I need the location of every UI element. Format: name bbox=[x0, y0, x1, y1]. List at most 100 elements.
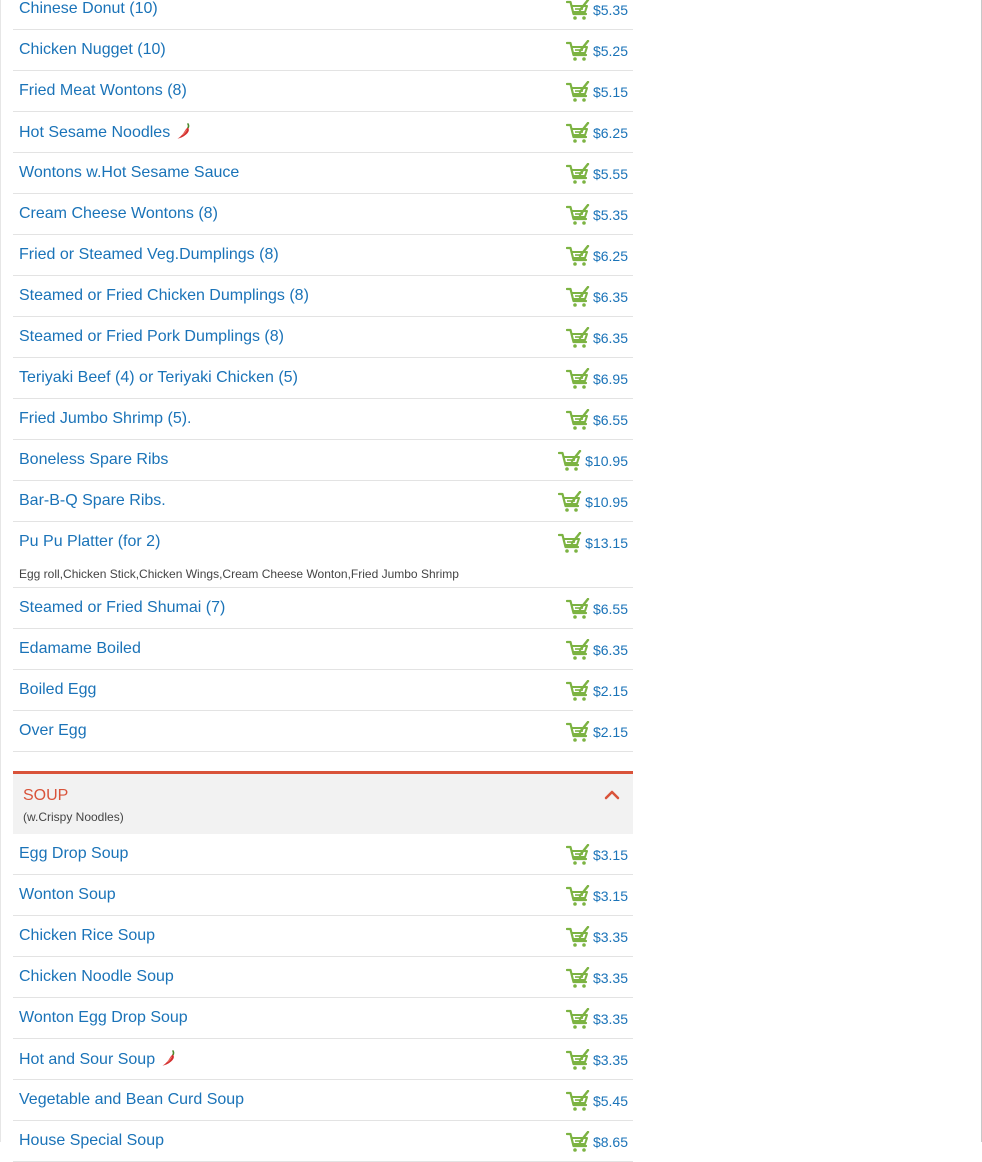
add-to-cart[interactable]: $6.55 bbox=[565, 409, 628, 431]
menu-item[interactable]: Teriyaki Beef (4) or Teriyaki Chicken (5… bbox=[13, 358, 633, 399]
menu-item[interactable]: Boiled Egg $2.15 bbox=[13, 670, 633, 711]
menu-item-name[interactable]: Vegetable and Bean Curd Soup bbox=[19, 1090, 244, 1110]
menu-item-name-text[interactable]: Steamed or Fried Shumai (7) bbox=[19, 599, 225, 616]
menu-item[interactable]: Wonton Egg Drop Soup $3.35 bbox=[13, 998, 633, 1039]
shopping-cart-icon[interactable] bbox=[565, 368, 590, 390]
add-to-cart[interactable]: $5.45 bbox=[565, 1090, 628, 1112]
add-to-cart[interactable]: $6.55 bbox=[565, 598, 628, 620]
shopping-cart-icon[interactable] bbox=[565, 721, 590, 743]
add-to-cart[interactable]: $10.95 bbox=[558, 491, 628, 513]
soup-section-header[interactable]: SOUP (w.Crispy Noodles) bbox=[13, 771, 633, 834]
menu-item[interactable]: Fried or Steamed Veg.Dumplings (8) $6.25 bbox=[13, 235, 633, 276]
menu-item[interactable]: Hot Sesame Noodles $6.25 bbox=[13, 112, 633, 153]
menu-item-name-text[interactable]: Fried or Steamed Veg.Dumplings (8) bbox=[19, 246, 279, 263]
menu-item-name[interactable]: Hot and Sour Soup bbox=[19, 1049, 177, 1070]
shopping-cart-icon[interactable] bbox=[565, 926, 590, 948]
menu-item-price[interactable]: $3.35 bbox=[593, 1052, 628, 1068]
menu-item-name[interactable]: House Special Soup bbox=[19, 1131, 164, 1151]
menu-item-price[interactable]: $6.55 bbox=[593, 601, 628, 617]
shopping-cart-icon[interactable] bbox=[565, 1090, 590, 1112]
menu-item-name-text[interactable]: Fried Meat Wontons (8) bbox=[19, 82, 187, 99]
menu-item-name[interactable]: Boiled Egg bbox=[19, 680, 96, 700]
menu-item-price[interactable]: $5.35 bbox=[593, 2, 628, 18]
menu-item-name[interactable]: Hot Sesame Noodles bbox=[19, 122, 192, 143]
menu-item-name[interactable]: Fried Meat Wontons (8) bbox=[19, 81, 187, 101]
menu-item-price[interactable]: $3.15 bbox=[593, 888, 628, 904]
menu-item[interactable]: Wonton Soup $3.15 bbox=[13, 875, 633, 916]
menu-item-name[interactable]: Chicken Nugget (10) bbox=[19, 40, 166, 60]
add-to-cart[interactable]: $6.35 bbox=[565, 286, 628, 308]
menu-item-name[interactable]: Chicken Rice Soup bbox=[19, 926, 155, 946]
add-to-cart[interactable]: $2.15 bbox=[565, 680, 628, 702]
shopping-cart-icon[interactable] bbox=[565, 245, 590, 267]
menu-item-price[interactable]: $13.15 bbox=[585, 535, 628, 551]
menu-item-name-text[interactable]: House Special Soup bbox=[19, 1132, 164, 1149]
menu-item-name[interactable]: Steamed or Fried Chicken Dumplings (8) bbox=[19, 286, 309, 306]
shopping-cart-icon[interactable] bbox=[565, 409, 590, 431]
shopping-cart-icon[interactable] bbox=[558, 491, 582, 513]
menu-item-name-text[interactable]: Wontons w.Hot Sesame Sauce bbox=[19, 164, 239, 181]
add-to-cart[interactable]: $6.35 bbox=[565, 639, 628, 661]
menu-item-price[interactable]: $5.15 bbox=[593, 84, 628, 100]
menu-item-price[interactable]: $6.25 bbox=[593, 125, 628, 141]
menu-item-name-text[interactable]: Chinese Donut (10) bbox=[19, 0, 158, 17]
shopping-cart-icon[interactable] bbox=[565, 1131, 590, 1153]
menu-item-name[interactable]: Fried Jumbo Shrimp (5). bbox=[19, 409, 192, 429]
add-to-cart[interactable]: $3.35 bbox=[565, 926, 628, 948]
add-to-cart[interactable]: $6.25 bbox=[565, 245, 628, 267]
menu-item-name-text[interactable]: Boiled Egg bbox=[19, 681, 96, 698]
menu-item-name-text[interactable]: Cream Cheese Wontons (8) bbox=[19, 205, 218, 222]
menu-item-price[interactable]: $6.35 bbox=[593, 330, 628, 346]
menu-item-name-text[interactable]: Chicken Nugget (10) bbox=[19, 41, 166, 58]
add-to-cart[interactable]: $10.95 bbox=[558, 450, 628, 472]
menu-item-name-text[interactable]: Hot Sesame Noodles bbox=[19, 124, 170, 141]
menu-item[interactable]: Chicken Nugget (10) $5.25 bbox=[13, 30, 633, 71]
add-to-cart[interactable]: $5.35 bbox=[565, 204, 628, 226]
menu-item-name-text[interactable]: Egg Drop Soup bbox=[19, 845, 128, 862]
menu-item-name[interactable]: Chinese Donut (10) bbox=[19, 0, 158, 19]
menu-item[interactable]: Wontons w.Hot Sesame Sauce $5.55 bbox=[13, 153, 633, 194]
add-to-cart[interactable]: $13.15 bbox=[558, 532, 628, 554]
menu-item[interactable]: Pu Pu Platter (for 2) Egg roll,Chicken S… bbox=[13, 522, 633, 588]
menu-item[interactable]: Bar-B-Q Spare Ribs. $10.95 bbox=[13, 481, 633, 522]
menu-item[interactable]: Steamed or Fried Chicken Dumplings (8) $… bbox=[13, 276, 633, 317]
menu-item-price[interactable]: $5.25 bbox=[593, 43, 628, 59]
menu-item-price[interactable]: $10.95 bbox=[585, 494, 628, 510]
menu-item-name[interactable]: Teriyaki Beef (4) or Teriyaki Chicken (5… bbox=[19, 368, 298, 388]
menu-item-name[interactable]: Pu Pu Platter (for 2) bbox=[19, 532, 160, 552]
menu-item-name[interactable]: Fried or Steamed Veg.Dumplings (8) bbox=[19, 245, 279, 265]
menu-item-price[interactable]: $3.35 bbox=[593, 929, 628, 945]
add-to-cart[interactable]: $3.15 bbox=[565, 844, 628, 866]
menu-item-price[interactable]: $10.95 bbox=[585, 453, 628, 469]
menu-item-name-text[interactable]: Chicken Rice Soup bbox=[19, 927, 155, 944]
menu-item-name-text[interactable]: Hot and Sour Soup bbox=[19, 1051, 155, 1068]
menu-item-name-text[interactable]: Fried Jumbo Shrimp (5). bbox=[19, 410, 192, 427]
menu-item[interactable]: Hot and Sour Soup $3.35 bbox=[13, 1039, 633, 1080]
menu-item-name-text[interactable]: Wonton Egg Drop Soup bbox=[19, 1009, 188, 1026]
menu-item[interactable]: Fried Meat Wontons (8) $5.15 bbox=[13, 71, 633, 112]
menu-item-name[interactable]: Egg Drop Soup bbox=[19, 844, 128, 864]
menu-item[interactable]: Chinese Donut (10) $5.35 bbox=[13, 0, 633, 30]
menu-item-name-text[interactable]: Steamed or Fried Chicken Dumplings (8) bbox=[19, 287, 309, 304]
menu-item-name[interactable]: Chicken Noodle Soup bbox=[19, 967, 174, 987]
menu-item-name-text[interactable]: Steamed or Fried Pork Dumplings (8) bbox=[19, 328, 284, 345]
menu-item-price[interactable]: $3.15 bbox=[593, 847, 628, 863]
add-to-cart[interactable]: $6.35 bbox=[565, 327, 628, 349]
add-to-cart[interactable]: $6.95 bbox=[565, 368, 628, 390]
shopping-cart-icon[interactable] bbox=[565, 81, 590, 103]
menu-item[interactable]: Chicken Rice Soup $3.35 bbox=[13, 916, 633, 957]
menu-item-price[interactable]: $5.35 bbox=[593, 207, 628, 223]
menu-item[interactable]: Steamed or Fried Pork Dumplings (8) $6.3… bbox=[13, 317, 633, 358]
menu-item-name-text[interactable]: Over Egg bbox=[19, 722, 87, 739]
shopping-cart-icon[interactable] bbox=[565, 639, 590, 661]
menu-item-name-text[interactable]: Vegetable and Bean Curd Soup bbox=[19, 1091, 244, 1108]
menu-item-name-text[interactable]: Bar-B-Q Spare Ribs. bbox=[19, 492, 166, 509]
menu-item-name-text[interactable]: Pu Pu Platter (for 2) bbox=[19, 533, 160, 550]
add-to-cart[interactable]: $3.35 bbox=[565, 967, 628, 989]
menu-item-name[interactable]: Boneless Spare Ribs bbox=[19, 450, 168, 470]
menu-item-price[interactable]: $5.55 bbox=[593, 166, 628, 182]
add-to-cart[interactable]: $5.35 bbox=[565, 0, 628, 21]
shopping-cart-icon[interactable] bbox=[565, 680, 590, 702]
menu-item-name[interactable]: Over Egg bbox=[19, 721, 87, 741]
shopping-cart-icon[interactable] bbox=[565, 967, 590, 989]
